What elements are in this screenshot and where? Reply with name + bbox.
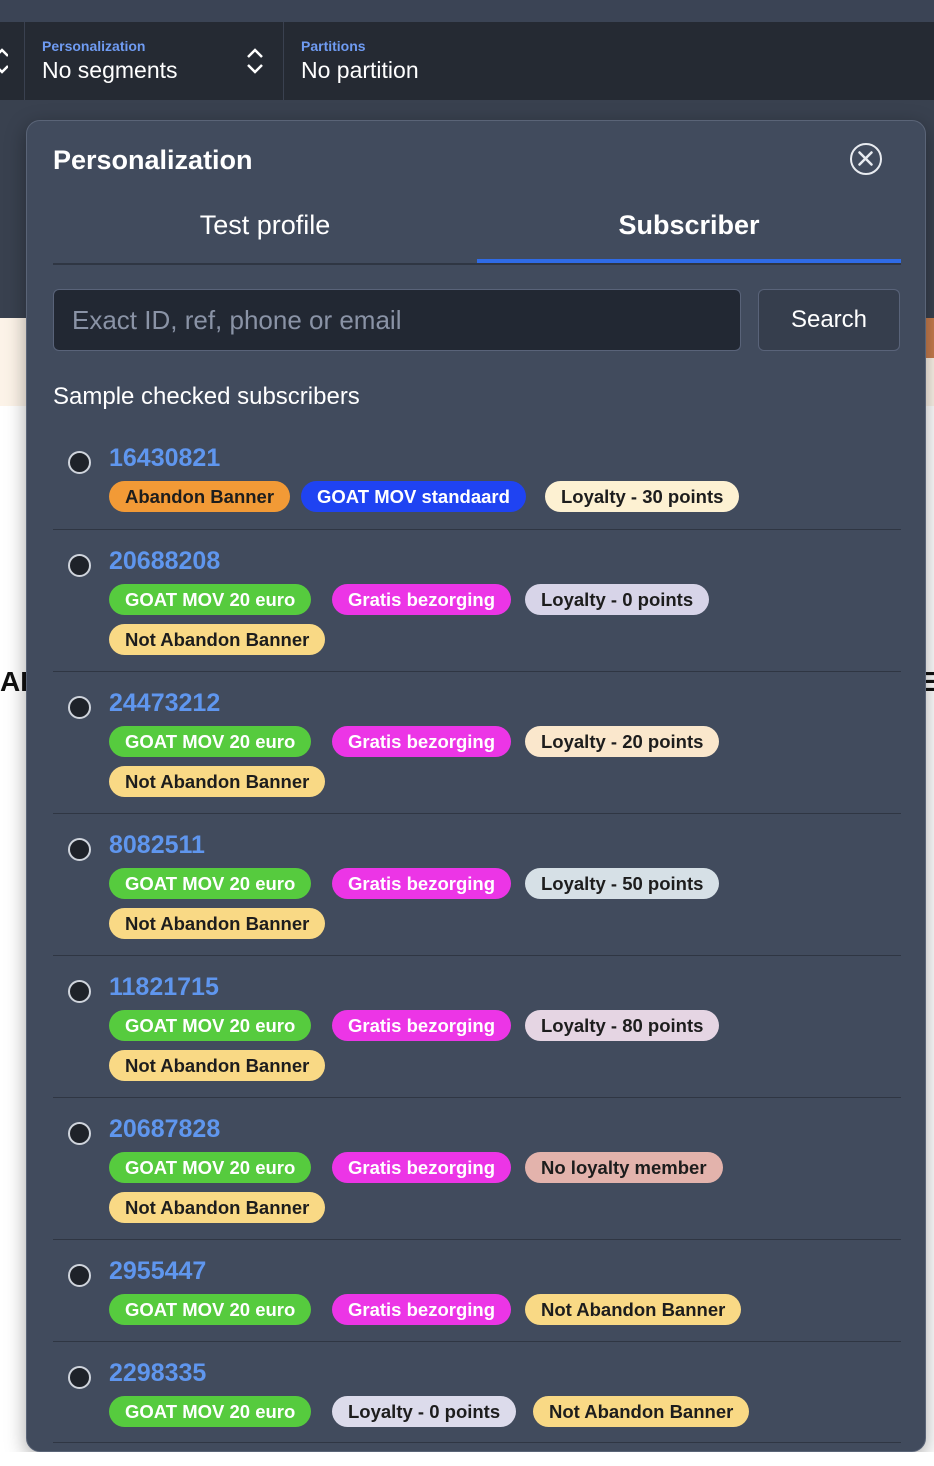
subscriber-row[interactable]: 2955447 GOAT MOV 20 euro Gratis bezorgin… [53, 1240, 901, 1342]
tab-test-profile[interactable]: Test profile [53, 191, 477, 261]
segment-tag: Not Abandon Banner [109, 766, 326, 797]
segment-tag: Not Abandon Banner [525, 1294, 742, 1325]
radio-unselected-icon[interactable] [68, 554, 91, 577]
personalization-modal: Personalization Test profile Subscriber … [26, 120, 926, 1452]
subscriber-row[interactable]: 16430821 Abandon Banner GOAT MOV standaa… [53, 427, 901, 530]
search-button[interactable]: Search [758, 289, 900, 351]
close-circle-icon [858, 151, 873, 166]
close-button[interactable] [850, 143, 882, 175]
radio-unselected-icon[interactable] [68, 451, 91, 474]
segment-tag: Gratis bezorging [332, 726, 511, 757]
segment-tag: GOAT MOV 20 euro [109, 584, 312, 615]
segment-tag: Loyalty - 50 points [525, 868, 720, 899]
subscriber-row[interactable]: 20687828 GOAT MOV 20 euro Gratis bezorgi… [53, 1098, 901, 1240]
subscriber-id[interactable]: 16430821 [109, 444, 220, 473]
segment-tag: Gratis bezorging [332, 584, 511, 615]
segment-tag: Loyalty - 80 points [525, 1010, 720, 1041]
segment-tag: Gratis bezorging [332, 868, 511, 899]
segment-tag: Not Abandon Banner [109, 1192, 326, 1223]
radio-unselected-icon[interactable] [68, 1366, 91, 1389]
subscriber-id[interactable]: 2298335 [109, 1359, 206, 1388]
segment-tag: Loyalty - 0 points [525, 584, 710, 615]
partitions-value: No partition [301, 57, 419, 83]
subscriber-id[interactable]: 20688208 [109, 547, 220, 576]
radio-unselected-icon[interactable] [68, 838, 91, 861]
personalization-selector[interactable]: Personalization No segments [25, 22, 284, 100]
personalization-label: Personalization [42, 38, 146, 54]
tab-subscriber[interactable]: Subscriber [477, 191, 901, 261]
segment-tag: Abandon Banner [109, 481, 291, 512]
chevron-up-down-icon [247, 48, 263, 74]
segment-tag: GOAT MOV 20 euro [109, 1294, 312, 1325]
subscriber-id[interactable]: 8082511 [109, 831, 205, 860]
previous-selector-stub[interactable] [0, 22, 25, 100]
segment-tag: Not Abandon Banner [109, 624, 326, 655]
segment-tag: Loyalty - 30 points [545, 481, 740, 512]
subscriber-id[interactable]: 11821715 [109, 973, 219, 1002]
personalization-value: No segments [42, 57, 178, 83]
segment-tag: Not Abandon Banner [109, 1050, 326, 1081]
segment-tag: GOAT MOV 20 euro [109, 1152, 312, 1183]
radio-unselected-icon[interactable] [68, 696, 91, 719]
segment-tag: GOAT MOV 20 euro [109, 1396, 312, 1427]
partitions-label: Partitions [301, 38, 366, 54]
subscriber-row[interactable]: 8082511 GOAT MOV 20 euro Gratis bezorgin… [53, 814, 901, 956]
segment-tag: GOAT MOV 20 euro [109, 1010, 312, 1041]
subscriber-id[interactable]: 2955447 [109, 1257, 206, 1286]
active-tab-indicator [477, 259, 901, 263]
partitions-selector[interactable]: Partitions No partition [284, 22, 924, 100]
segment-tag: GOAT MOV standaard [301, 481, 526, 512]
top-strip [0, 0, 934, 22]
segment-tag: Not Abandon Banner [109, 908, 326, 939]
segment-tag: GOAT MOV 20 euro [109, 868, 312, 899]
segment-tag: Not Abandon Banner [533, 1396, 750, 1427]
radio-unselected-icon[interactable] [68, 1122, 91, 1145]
modal-title: Personalization [53, 145, 253, 175]
segment-tag: Gratis bezorging [332, 1294, 511, 1325]
radio-unselected-icon[interactable] [68, 1264, 91, 1287]
segment-tag: Loyalty - 20 points [525, 726, 720, 757]
list-bottom-divider [53, 1442, 901, 1443]
subscriber-row[interactable]: 20688208 GOAT MOV 20 euro Gratis bezorgi… [53, 530, 901, 672]
segment-tag: Gratis bezorging [332, 1010, 511, 1041]
segment-toolbar: Personalization No segments Partitions N… [0, 22, 934, 101]
background-bottom [0, 1452, 934, 1466]
subscriber-id[interactable]: 24473212 [109, 689, 220, 718]
subscriber-row[interactable]: 24473212 GOAT MOV 20 euro Gratis bezorgi… [53, 672, 901, 814]
subscriber-row[interactable]: 2298335 GOAT MOV 20 euro Loyalty - 0 poi… [53, 1342, 901, 1443]
subscriber-row[interactable]: 11821715 GOAT MOV 20 euro Gratis bezorgi… [53, 956, 901, 1098]
segment-tag: Loyalty - 0 points [332, 1396, 517, 1427]
chevron-up-down-icon [0, 48, 8, 74]
profile-tabs: Test profile Subscriber [53, 191, 901, 265]
subscriber-list: 16430821 Abandon Banner GOAT MOV standaa… [53, 427, 901, 1443]
subscriber-search-input[interactable] [53, 289, 741, 351]
section-heading: Sample checked subscribers [53, 383, 360, 410]
segment-tag: Gratis bezorging [332, 1152, 511, 1183]
segment-tag: No loyalty member [525, 1152, 723, 1183]
segment-tag: GOAT MOV 20 euro [109, 726, 312, 757]
radio-unselected-icon[interactable] [68, 980, 91, 1003]
subscriber-id[interactable]: 20687828 [109, 1115, 220, 1144]
